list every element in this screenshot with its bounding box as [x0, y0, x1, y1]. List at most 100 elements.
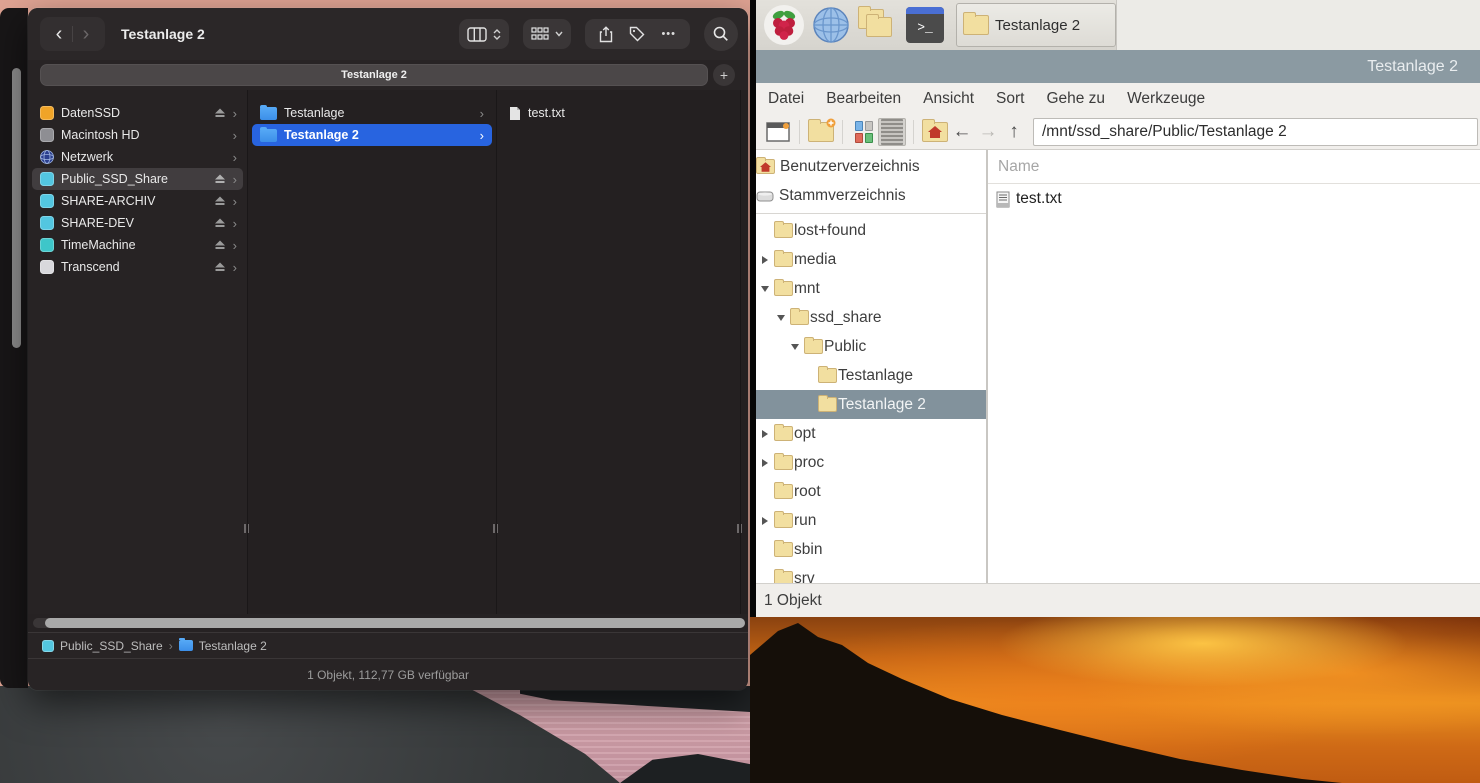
file-manager-button[interactable]	[858, 7, 898, 43]
share-icon[interactable]	[599, 26, 613, 43]
column-resize-handle[interactable]	[244, 524, 251, 533]
eject-icon[interactable]	[214, 108, 226, 118]
taskbar-window-button[interactable]: Testanlage 2	[956, 3, 1116, 47]
chevron-right-icon[interactable]: ›	[233, 129, 237, 142]
sidebar-item-transcend[interactable]: Transcend ›	[32, 256, 243, 278]
pi-window-titlebar[interactable]: Testanlage 2	[756, 50, 1480, 83]
pi-back-button[interactable]: ←	[949, 121, 975, 143]
tree-item-ssd-share[interactable]: ssd_share	[750, 303, 986, 332]
file-row-test-txt[interactable]: test.txt	[988, 184, 1480, 214]
sidebar-item-share-dev[interactable]: SHARE-DEV ›	[32, 212, 243, 234]
list-view-button[interactable]	[878, 118, 906, 146]
place-label: Benutzerverzeichnis	[780, 158, 920, 176]
folder-icon	[774, 281, 793, 296]
file-row-test-txt[interactable]: test.txt	[501, 102, 736, 124]
sidebar-item-share-archiv[interactable]: SHARE-ARCHIV ›	[32, 190, 243, 212]
chevron-right-icon: ›	[480, 107, 484, 120]
place-home[interactable]: Benutzerverzeichnis	[750, 152, 986, 181]
sidebar-item-netzwerk[interactable]: Netzwerk ›	[32, 146, 243, 168]
back-button[interactable]: ‹	[46, 18, 72, 50]
browser-button[interactable]	[812, 6, 850, 44]
tree-item-mnt[interactable]: mnt	[750, 274, 986, 303]
eject-icon[interactable]	[214, 196, 226, 206]
finder-column-rest	[741, 90, 748, 614]
new-window-button[interactable]	[764, 118, 792, 146]
chevron-right-icon[interactable]: ›	[233, 195, 237, 208]
path-segment-volume[interactable]: Public_SSD_Share	[60, 639, 163, 653]
eject-icon[interactable]	[214, 174, 226, 184]
expander-collapsed-icon[interactable]	[758, 430, 771, 438]
menu-werkzeuge[interactable]: Werkzeuge	[1127, 90, 1205, 108]
hscroll-track[interactable]	[33, 618, 745, 628]
menu-sort[interactable]: Sort	[996, 90, 1024, 108]
expander-collapsed-icon[interactable]	[758, 517, 771, 525]
pi-wallpaper-sunset	[750, 617, 1480, 783]
menu-datei[interactable]: Datei	[768, 90, 804, 108]
group-by-button[interactable]	[523, 19, 571, 49]
background-window-scrollbar[interactable]	[12, 68, 21, 348]
file-list-header[interactable]: Name	[988, 150, 1480, 184]
eject-icon[interactable]	[214, 262, 226, 272]
menu-gehe-zu[interactable]: Gehe zu	[1046, 90, 1105, 108]
forward-button[interactable]: ›	[73, 18, 99, 50]
home-button[interactable]	[921, 118, 949, 146]
tree-item-testanlage-2-selected[interactable]: Testanlage 2	[750, 390, 986, 419]
window-title: Testanlage 2	[121, 26, 205, 42]
tree-item-proc[interactable]: proc	[750, 448, 986, 477]
tree-item-public[interactable]: Public	[750, 332, 986, 361]
chevron-right-icon[interactable]: ›	[233, 239, 237, 252]
sidebar-item-datenssd[interactable]: DatenSSD ›	[32, 102, 243, 124]
view-mode-button[interactable]	[459, 19, 509, 49]
chevron-right-icon[interactable]: ›	[233, 261, 237, 274]
menu-ansicht[interactable]: Ansicht	[923, 90, 974, 108]
pi-up-button[interactable]: ↑	[1001, 121, 1027, 143]
expander-expanded-icon[interactable]	[788, 344, 801, 350]
terminal-button[interactable]: >_	[906, 7, 944, 43]
place-root[interactable]: Stammverzeichnis	[750, 181, 986, 210]
chevron-right-icon[interactable]: ›	[233, 151, 237, 164]
folder-row-testanlage[interactable]: Testanlage ›	[252, 102, 492, 124]
pi-forward-button[interactable]: →	[975, 121, 1001, 143]
tree-item-testanlage[interactable]: Testanlage	[750, 361, 986, 390]
menu-bearbeiten[interactable]: Bearbeiten	[826, 90, 901, 108]
places-section: Benutzerverzeichnis Stammverzeichnis	[750, 150, 986, 214]
icon-view-button[interactable]	[850, 118, 878, 146]
sidebar-item-public-ssd-share[interactable]: Public_SSD_Share ›	[32, 168, 243, 190]
pi-toolbar: ← → ↑ /mnt/ssd_share/Public/Testanlage 2	[756, 114, 1480, 150]
eject-icon[interactable]	[214, 218, 226, 228]
sidebar-item-timemachine[interactable]: TimeMachine ›	[32, 234, 243, 256]
new-tab-button[interactable]: +	[713, 64, 735, 86]
folder-row-testanlage-2-selected[interactable]: Testanlage 2 ›	[252, 124, 492, 146]
column-resize-handle[interactable]	[737, 524, 744, 533]
hscroll-thumb[interactable]	[45, 618, 745, 628]
finder-content: DatenSSD › Macintosh HD › Netzwerk ›	[28, 90, 748, 614]
tree-item-root[interactable]: root	[750, 477, 986, 506]
pi-menubar: Datei Bearbeiten Ansicht Sort Gehe zu We…	[756, 83, 1480, 114]
expander-collapsed-icon[interactable]	[758, 459, 771, 467]
tree-item-media[interactable]: media	[750, 245, 986, 274]
column-resize-handle[interactable]	[493, 524, 500, 533]
search-button[interactable]	[704, 17, 738, 51]
tree-item-opt[interactable]: opt	[750, 419, 986, 448]
expander-expanded-icon[interactable]	[758, 286, 771, 292]
path-segment-folder[interactable]: Testanlage 2	[199, 639, 267, 653]
expander-expanded-icon[interactable]	[774, 315, 787, 321]
path-input[interactable]: /mnt/ssd_share/Public/Testanlage 2	[1033, 118, 1478, 146]
new-folder-button[interactable]	[807, 118, 835, 146]
tree-item-run[interactable]: run	[750, 506, 986, 535]
sidebar-item-macintosh-hd[interactable]: Macintosh HD ›	[32, 124, 243, 146]
expander-collapsed-icon[interactable]	[758, 256, 771, 264]
tag-icon[interactable]	[629, 26, 645, 42]
tab-testanlage-2[interactable]: Testanlage 2	[40, 64, 708, 86]
column-header-name[interactable]: Name	[998, 158, 1039, 176]
menu-raspberry-button[interactable]	[764, 5, 804, 45]
tree-item-srv[interactable]: srv	[750, 564, 986, 583]
tree-item-sbin[interactable]: sbin	[750, 535, 986, 564]
chevron-right-icon[interactable]: ›	[233, 173, 237, 186]
tree-label: srv	[794, 570, 815, 584]
chevron-right-icon[interactable]: ›	[233, 217, 237, 230]
tree-item-lost-found[interactable]: lost+found	[750, 216, 986, 245]
eject-icon[interactable]	[214, 240, 226, 250]
chevron-right-icon[interactable]: ›	[233, 107, 237, 120]
more-actions-icon[interactable]: •••	[661, 28, 676, 40]
